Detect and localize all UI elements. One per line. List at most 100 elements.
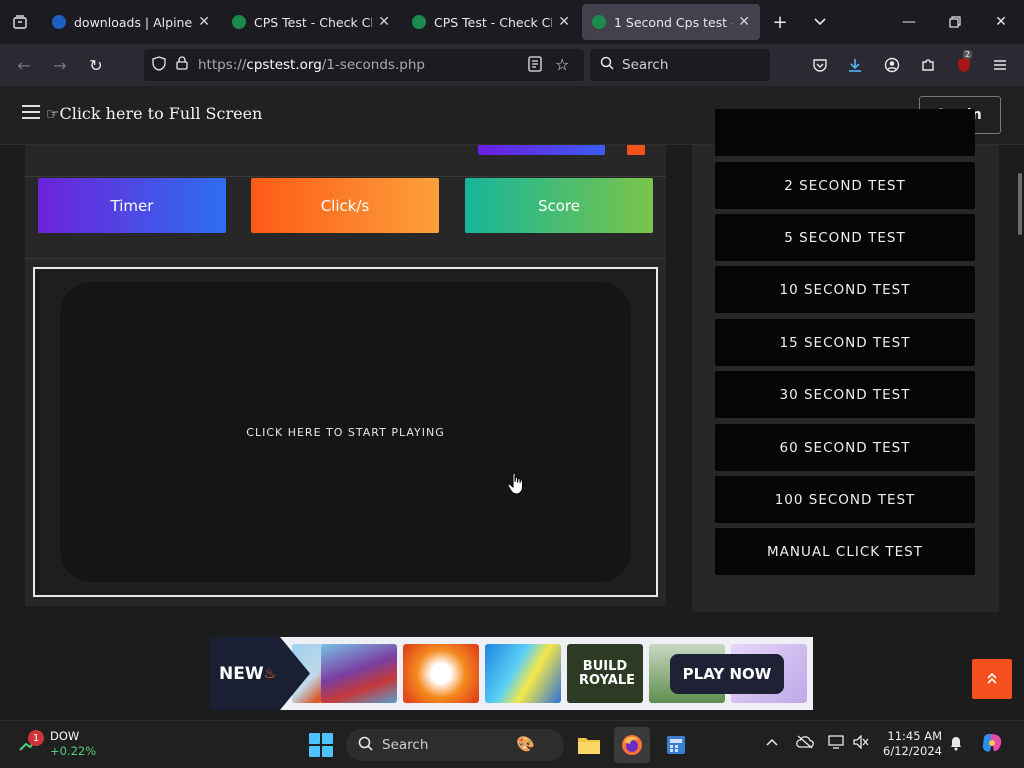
account-icon[interactable] <box>879 52 905 78</box>
tab-manager-icon[interactable] <box>0 0 40 44</box>
ad-new-text: NEW <box>219 663 264 684</box>
play-now-button[interactable]: PLAY NOW <box>670 654 784 694</box>
search-highlight-icon: 🎨 <box>516 735 535 753</box>
tab-favicon-icon <box>412 15 426 29</box>
click-play-area[interactable]: CLICK HERE TO START PLAYING <box>60 282 631 582</box>
ad-game-thumbnail[interactable] <box>485 644 561 703</box>
sidebar-test-item-partial[interactable] <box>715 109 975 156</box>
scroll-to-top-icon[interactable] <box>972 659 1012 699</box>
stock-name: DOW <box>50 729 80 743</box>
close-icon[interactable]: ✕ <box>378 14 390 30</box>
divider <box>25 258 666 259</box>
hand-cursor-icon <box>507 472 525 502</box>
url-path: /1-seconds.php <box>321 57 425 73</box>
search-icon <box>600 56 614 74</box>
extensions-puzzle-icon[interactable] <box>915 52 941 78</box>
stock-widget[interactable]: 1 DOW +0.22% <box>18 729 96 759</box>
extension-badge: 2 <box>963 50 973 59</box>
browser-tab-strip: downloads | Alpine Lin ✕ CPS Test - Chec… <box>0 0 1024 44</box>
taskbar-search-field[interactable]: Search 🎨 <box>346 729 564 761</box>
browser-tab[interactable]: CPS Test - Check Click ✕ <box>402 4 580 40</box>
sidebar-test-30-second[interactable]: 30 SECOND TEST <box>715 371 975 418</box>
browser-tab-active[interactable]: 1 Second Cps test - cp ✕ <box>582 4 760 40</box>
sidebar-test-2-second[interactable]: 2 SECOND TEST <box>715 162 975 209</box>
close-icon[interactable]: ✕ <box>558 14 570 30</box>
reload-icon[interactable]: ↻ <box>78 49 114 81</box>
timer-stat: Timer <box>38 178 226 233</box>
windows-taskbar: 1 DOW +0.22% Search 🎨 11:45 AM 6/12/2024 <box>0 720 1024 768</box>
pocket-icon[interactable] <box>807 52 833 78</box>
notification-bell-icon[interactable] <box>949 735 963 755</box>
top-bar-fragment <box>478 145 605 155</box>
calculator-app-icon[interactable] <box>658 727 694 763</box>
minimize-window-icon[interactable]: — <box>886 0 932 44</box>
site-menu-hamburger-icon[interactable] <box>22 105 40 121</box>
lock-icon[interactable] <box>176 56 188 74</box>
ad-game-thumbnail[interactable] <box>403 644 479 703</box>
close-icon[interactable]: ✕ <box>738 14 750 30</box>
browser-search-field[interactable]: Search <box>590 49 770 81</box>
stock-badge: 1 <box>28 730 44 746</box>
reader-view-icon[interactable] <box>528 56 542 76</box>
taskbar-search-placeholder: Search <box>382 737 429 753</box>
sidebar-test-60-second[interactable]: 60 SECOND TEST <box>715 424 975 471</box>
top-orange-fragment <box>627 145 645 155</box>
display-icon[interactable] <box>828 735 844 753</box>
cloud-offline-icon[interactable] <box>796 735 814 753</box>
ublock-shield-icon[interactable]: 2 <box>951 50 977 78</box>
score-stat: Score <box>465 178 653 233</box>
search-icon <box>358 736 373 755</box>
system-clock[interactable]: 11:45 AM 6/12/2024 <box>880 729 942 759</box>
ad-game-thumbnail[interactable] <box>321 644 397 703</box>
hand-pointer-icon: ☞ <box>46 105 60 123</box>
browser-tab[interactable]: CPS Test - Check Click ✕ <box>222 4 400 40</box>
clock-time: 11:45 AM <box>887 729 942 743</box>
page-scrollbar-thumb[interactable] <box>1018 173 1022 235</box>
firefox-icon[interactable] <box>614 727 650 763</box>
volume-muted-icon[interactable] <box>853 734 869 753</box>
stock-change: +0.22% <box>50 744 97 758</box>
back-arrow-icon[interactable]: ← <box>6 49 42 81</box>
file-explorer-icon[interactable] <box>571 727 607 763</box>
close-window-icon[interactable]: ✕ <box>978 0 1024 44</box>
web-page: ☞Click here to Full Screen Login Timer C… <box>0 86 1024 720</box>
test-duration-sidebar: 2 SECOND TEST 5 SECOND TEST 10 SECOND TE… <box>692 109 999 612</box>
tray-overflow-chevron-up-icon[interactable] <box>766 735 778 750</box>
game-ad-banner[interactable]: BUILD ROYALE NEW ♨ PLAY NOW <box>210 637 813 710</box>
ad-game-thumbnail[interactable]: BUILD ROYALE <box>567 644 643 703</box>
forward-arrow-icon[interactable]: → <box>42 49 78 81</box>
sidebar-test-100-second[interactable]: 100 SECOND TEST <box>715 476 975 523</box>
sidebar-test-5-second[interactable]: 5 SECOND TEST <box>715 214 975 261</box>
menu-hamburger-icon[interactable] <box>987 52 1013 78</box>
stock-chart-icon: 1 <box>18 730 44 754</box>
bookmark-star-icon[interactable]: ☆ <box>555 55 569 74</box>
tab-favicon-icon <box>232 15 246 29</box>
restore-window-icon[interactable] <box>932 0 978 44</box>
tab-title: CPS Test - Check Click <box>434 14 553 30</box>
fire-icon: ♨ <box>263 665 277 682</box>
play-area-frame: CLICK HERE TO START PLAYING <box>33 267 658 597</box>
tab-favicon-icon <box>592 15 606 29</box>
url-bar[interactable]: https://cpstest.org/1-seconds.php ☆ <box>144 49 584 81</box>
url-host: cpstest.org <box>246 57 322 73</box>
ad-game-title: BUILD ROYALE <box>579 658 635 688</box>
full-screen-label: Click here to Full Screen <box>59 104 263 123</box>
copilot-icon[interactable] <box>980 731 1004 759</box>
shield-icon[interactable] <box>152 55 166 75</box>
tab-title: downloads | Alpine Lin <box>74 14 193 30</box>
windows-start-icon[interactable] <box>309 733 333 757</box>
tab-favicon-icon <box>52 15 66 29</box>
sidebar-test-15-second[interactable]: 15 SECOND TEST <box>715 319 975 366</box>
new-tab-plus-icon[interactable]: + <box>760 0 800 44</box>
sidebar-manual-click-test[interactable]: MANUAL CLICK TEST <box>715 528 975 575</box>
url-prefix: https:// <box>198 57 247 73</box>
sidebar-test-10-second[interactable]: 10 SECOND TEST <box>715 266 975 313</box>
tab-title: 1 Second Cps test - cp <box>614 14 732 30</box>
clock-date: 6/12/2024 <box>883 744 942 758</box>
browser-tab[interactable]: downloads | Alpine Lin ✕ <box>42 4 220 40</box>
divider <box>25 176 666 177</box>
close-icon[interactable]: ✕ <box>198 14 210 30</box>
list-tabs-chevron-down-icon[interactable] <box>800 0 840 44</box>
downloads-icon[interactable] <box>842 52 868 78</box>
full-screen-link[interactable]: ☞Click here to Full Screen <box>46 104 262 123</box>
